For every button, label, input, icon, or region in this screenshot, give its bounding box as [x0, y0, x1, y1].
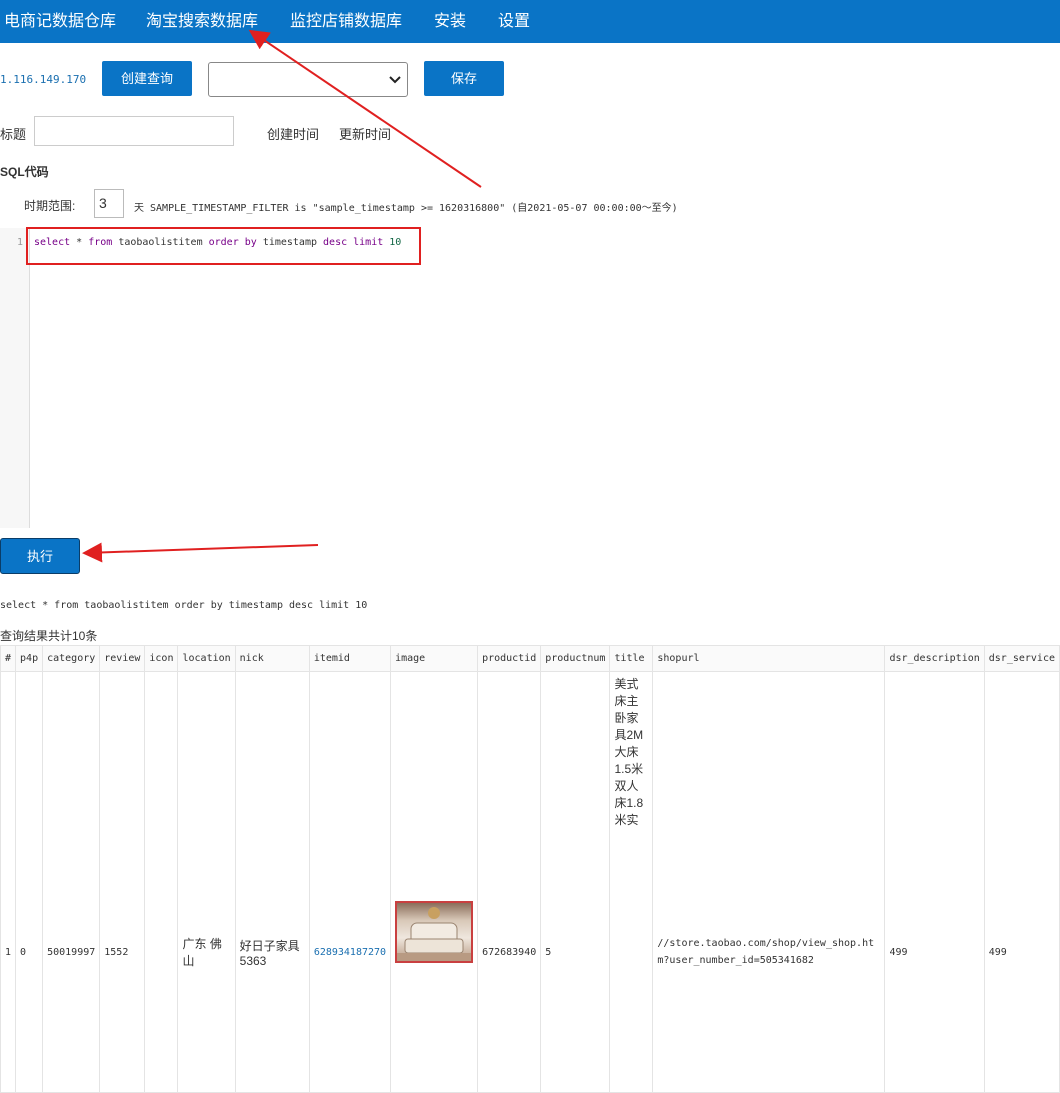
title-input[interactable]: [34, 116, 234, 146]
code-token: from: [88, 237, 119, 248]
cell-nick: 好日子家具5363: [234, 671, 310, 1093]
line-number: 1: [16, 237, 23, 248]
annotation-arrow-to-nav: [248, 29, 482, 188]
result-count: 查询结果共计10条: [0, 629, 98, 643]
code-token: desc: [323, 237, 354, 248]
server-ip: 1.116.149.170: [0, 73, 87, 86]
code-token: *: [76, 237, 89, 248]
executed-sql: select * from taobaolistitem order by ti…: [0, 600, 368, 611]
col-dsr-description: dsr_description: [884, 645, 985, 672]
range-days-input[interactable]: 3: [94, 189, 124, 218]
code-token: by: [244, 237, 263, 248]
cell-image: [390, 671, 479, 1093]
table-row: 1 0 50019997 1552 广东 佛山 好日子家具5363 628934…: [0, 671, 1060, 1093]
col-shopurl: shopurl: [652, 645, 886, 672]
results-table: # p4p category review icon location nick…: [0, 645, 1060, 1093]
code-token: order: [208, 237, 245, 248]
code-token: select: [34, 237, 77, 248]
cell-itemid[interactable]: 628934187270: [308, 671, 392, 1093]
save-button[interactable]: 保存: [424, 61, 504, 96]
col-itemid: itemid: [308, 645, 392, 672]
col-title: title: [609, 645, 654, 672]
code-line: select * from taobaolistitem order by ti…: [34, 237, 401, 248]
create-query-button[interactable]: 创建查询: [102, 61, 192, 96]
cell-index: 1: [0, 671, 17, 1093]
nav-item-warehouse[interactable]: 电商记数据仓库: [4, 0, 116, 43]
cell-shopurl: //store.taobao.com/shop/view_shop.htm?us…: [652, 671, 886, 1093]
nav-item-taobao-search[interactable]: 淘宝搜索数据库: [146, 0, 258, 43]
query-select[interactable]: [208, 62, 408, 97]
bed-image-icon: [397, 907, 472, 961]
col-dsr-service: dsr_service: [983, 645, 1060, 672]
col-category: category: [42, 645, 101, 672]
col-productnum: productnum: [540, 645, 611, 672]
created-time-label: 创建时间: [267, 127, 320, 142]
cell-location: 广东 佛山: [177, 671, 236, 1093]
chevron-down-icon: [389, 76, 401, 84]
nav-item-settings[interactable]: 设置: [498, 0, 530, 43]
cell-dsr-description: 499: [884, 671, 985, 1093]
range-description: 天 SAMPLE_TIMESTAMP_FILTER is "sample_tim…: [134, 203, 678, 214]
product-image[interactable]: [395, 901, 474, 963]
col-productid: productid: [477, 645, 542, 672]
cell-productnum: 5: [540, 671, 611, 1093]
cell-productid: 672683940: [477, 671, 542, 1093]
updated-time-label: 更新时间: [339, 127, 392, 142]
sql-editor[interactable]: 1 select * from taobaolistitem order by …: [0, 228, 1060, 528]
nav-item-install[interactable]: 安装: [434, 0, 466, 43]
col-p4p: p4p: [15, 645, 44, 672]
title-label: 标题: [0, 127, 27, 142]
col-index: #: [0, 645, 17, 672]
cell-icon: [144, 671, 179, 1093]
col-review: review: [99, 645, 146, 672]
annotation-arrow-to-execute: [82, 542, 319, 563]
cell-p4p: 0: [15, 671, 44, 1093]
col-image: image: [390, 645, 479, 672]
cell-category: 50019997: [42, 671, 101, 1093]
col-location: location: [177, 645, 236, 672]
range-label: 时期范围:: [24, 199, 76, 213]
code-token: limit: [353, 237, 390, 248]
col-nick: nick: [234, 645, 310, 672]
table-header-row: # p4p category review icon location nick…: [0, 645, 1060, 672]
code-token: timestamp: [262, 237, 324, 248]
cell-title: 美式床主卧家具2M大床1.5米双人床1.8米实: [609, 671, 654, 1093]
code-token: taobaolistitem: [118, 237, 209, 248]
nav-item-monitor-shops[interactable]: 监控店铺数据库: [290, 0, 402, 43]
col-icon: icon: [144, 645, 179, 672]
editor-gutter: 1: [0, 228, 30, 528]
execute-button[interactable]: 执行: [0, 538, 80, 574]
cell-dsr-service: 499: [983, 671, 1060, 1093]
sql-heading: SQL代码: [0, 165, 49, 179]
top-nav: 电商记数据仓库 淘宝搜索数据库 监控店铺数据库 安装 设置: [0, 0, 1060, 43]
code-token: 10: [389, 237, 402, 248]
cell-review: 1552: [99, 671, 146, 1093]
